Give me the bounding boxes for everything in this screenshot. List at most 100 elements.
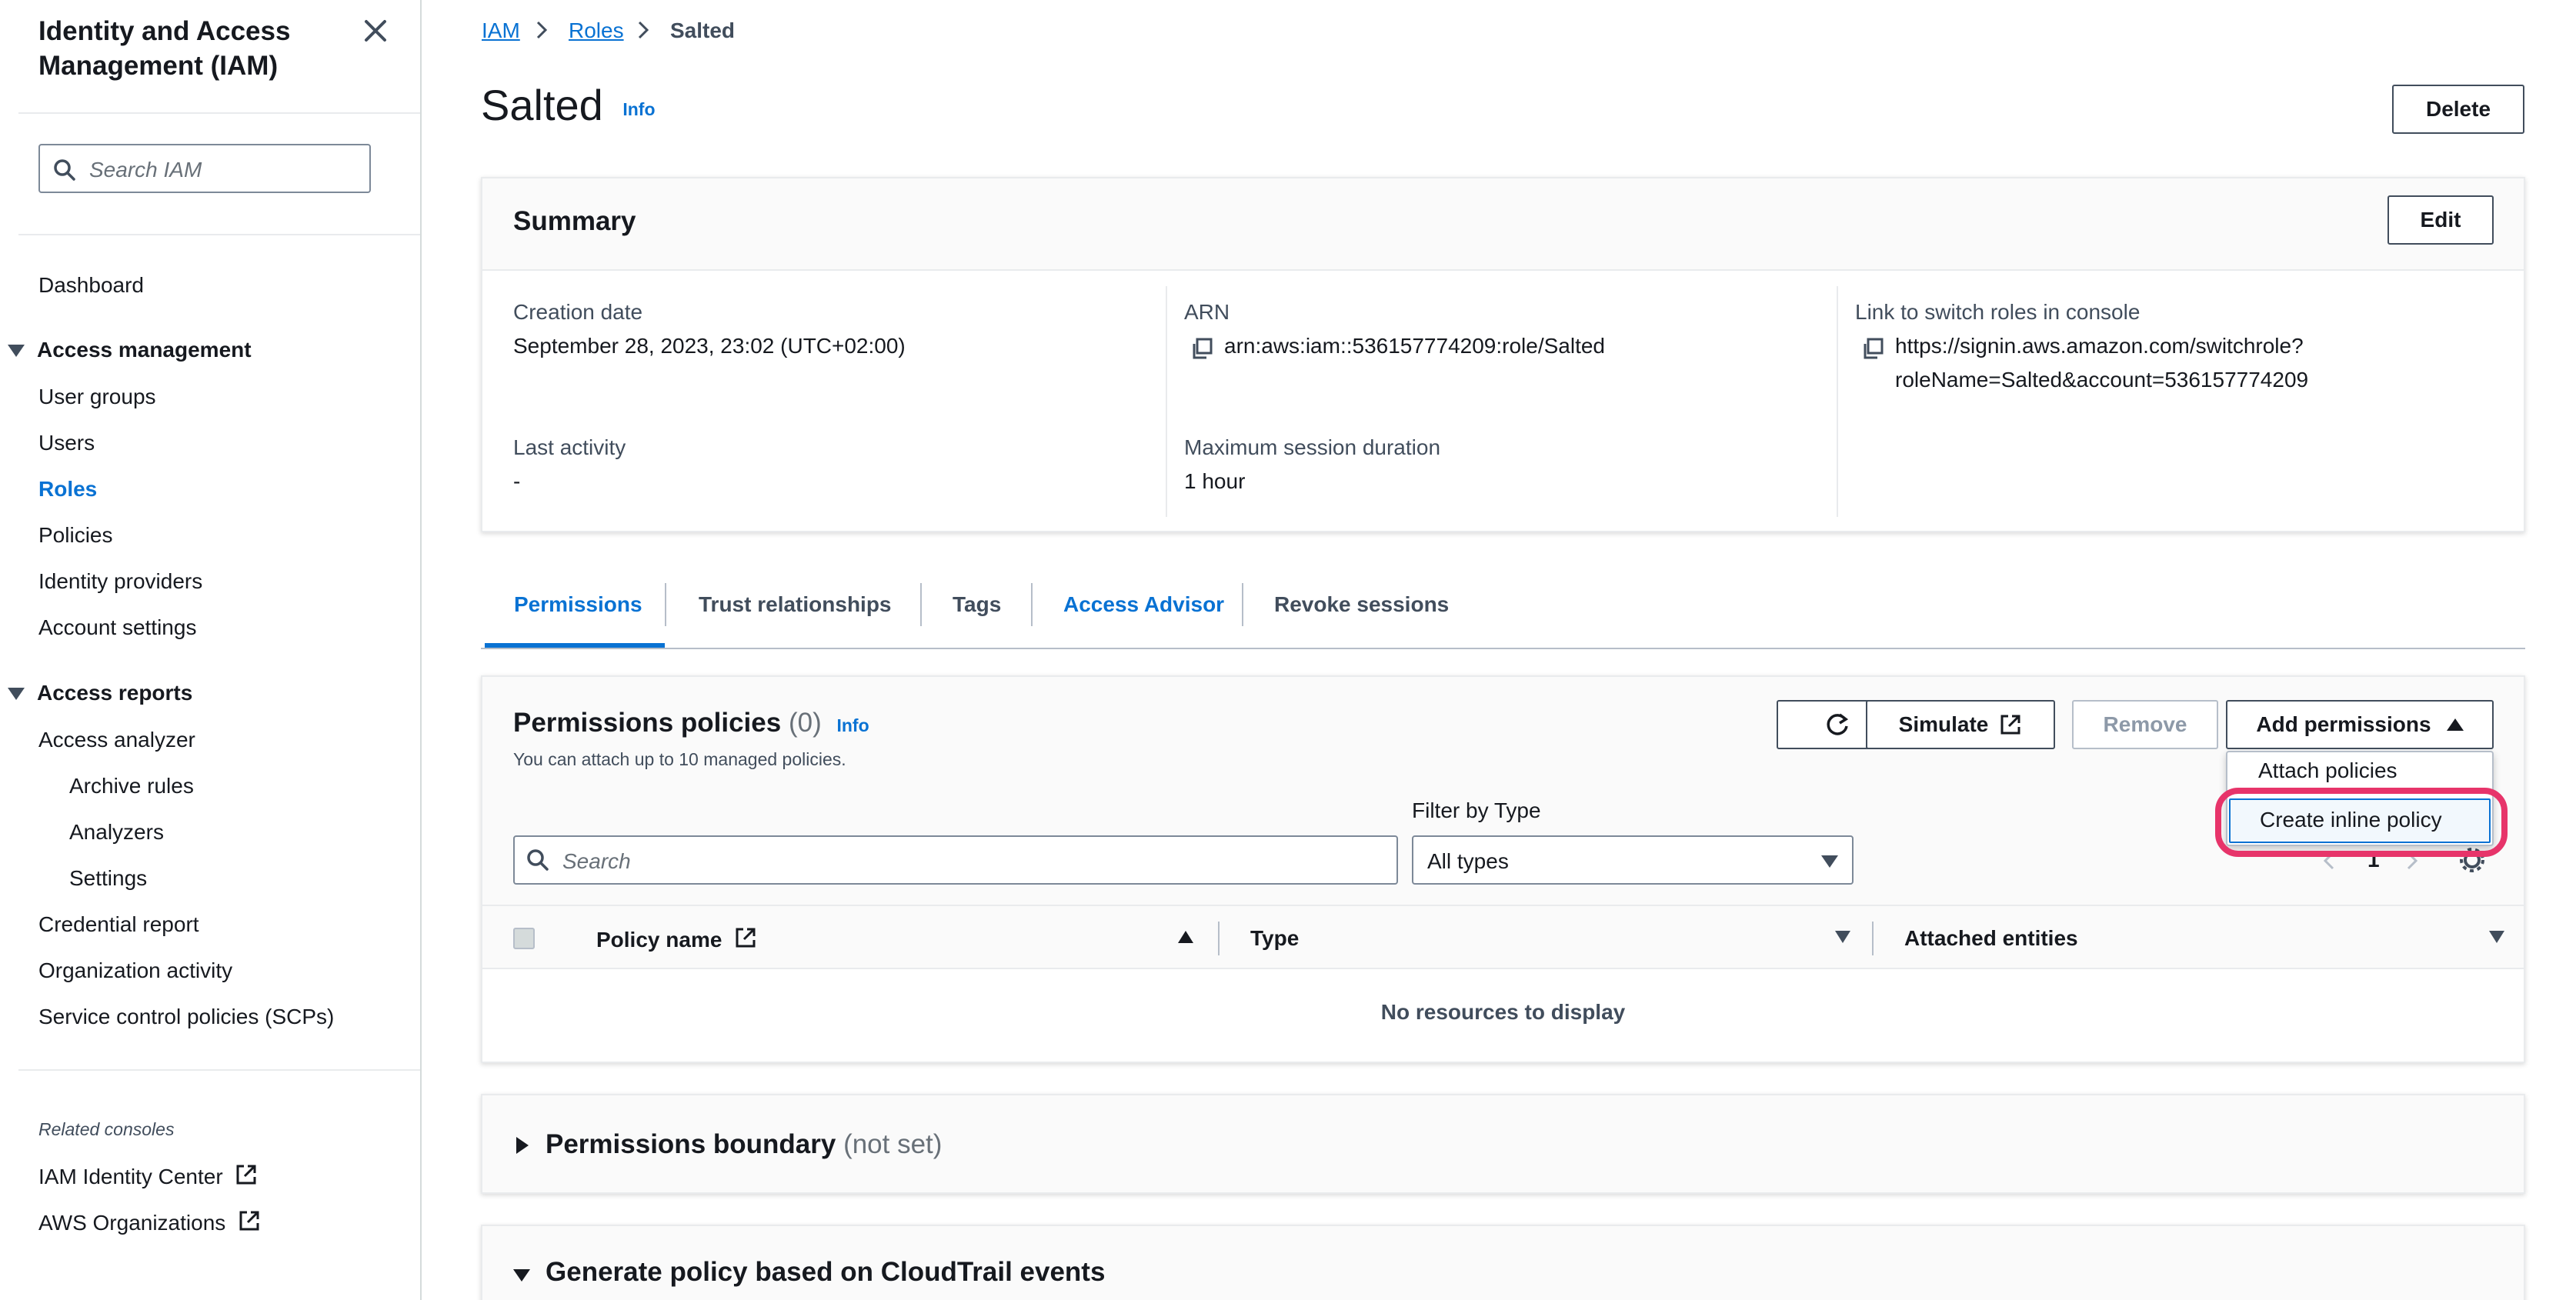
simulate-button[interactable]: Simulate [1866,700,2055,749]
delete-button[interactable]: Delete [2392,85,2524,134]
tab-tags[interactable]: Tags [953,592,1001,617]
filter-type-select[interactable]: All types [1412,835,1854,885]
info-link[interactable]: Info [836,715,869,735]
arn-label: ARN [1184,300,1230,324]
external-link-icon [736,928,756,948]
aws-organizations-label: AWS Organizations [38,1211,226,1235]
max-session-label: Maximum session duration [1184,435,1441,459]
generate-policy-title: Generate policy based on CloudTrail even… [546,1257,1106,1287]
edit-button[interactable]: Edit [2387,195,2494,245]
external-link-icon [2000,715,2020,735]
chevron-right-icon [536,21,548,39]
permissions-boundary-panel[interactable]: Permissions boundary (not set) [481,1094,2525,1194]
sidebar-title: Identity and Access Management (IAM) [38,16,291,81]
caret-right-icon [516,1137,529,1154]
caret-down-icon[interactable] [8,688,25,700]
menu-item-attach-policies[interactable]: Attach policies [2258,758,2397,783]
sidebar-divider [18,1069,420,1071]
info-link[interactable]: Info [622,99,655,119]
last-activity-value: - [513,469,521,493]
column-type[interactable]: Type [1250,926,1299,951]
summary-title: Summary [513,206,636,236]
table-header: Policy name Type Attached entities [482,905,2524,969]
generate-policy-panel[interactable]: Generate policy based on CloudTrail even… [481,1225,2525,1300]
sidebar-search-placeholder: Search IAM [89,158,202,182]
arn-value: arn:aws:iam::536157774209:role/Salted [1224,334,1606,358]
breadcrumb-roles[interactable]: Roles [569,18,624,43]
remove-button[interactable]: Remove [2072,700,2218,749]
summary-body [482,271,2524,531]
add-permissions-button[interactable]: Add permissions [2226,700,2494,749]
tab-bar-border [481,648,2525,649]
breadcrumb-current: Salted [670,18,736,42]
column-attached-entities[interactable]: Attached entities [1904,926,2078,951]
switch-role-url-line2: roleName=Salted&account=536157774209 [1895,368,2309,392]
column-divider [1218,922,1220,955]
external-link-icon [236,1165,256,1185]
caret-down-icon[interactable] [8,345,25,357]
add-permissions-label: Add permissions [2256,712,2431,736]
max-session-value: 1 hour [1184,469,1246,493]
permissions-subtitle: You can attach up to 10 managed policies… [513,749,846,769]
sidebar-section-access-reports[interactable]: Access reports [37,681,192,705]
caret-down-icon [513,1269,530,1282]
tab-separator [1242,583,1243,626]
chevron-right-icon [638,21,649,39]
page-title: Salted Info [481,80,656,130]
sort-icon[interactable] [1835,931,1850,943]
tab-access-advisor[interactable]: Access Advisor [1063,592,1224,617]
sidebar-item-account-settings[interactable]: Account settings [38,615,196,640]
caret-down-icon [1821,855,1838,868]
sidebar-section-access-management[interactable]: Access management [37,338,252,362]
highlight-annotation [2215,788,2508,857]
sort-icon[interactable] [2489,931,2504,943]
switch-role-url-line1: https://signin.aws.amazon.com/switchrole… [1895,334,2304,358]
breadcrumb-iam[interactable]: IAM [482,18,520,43]
sidebar-item-analyzers[interactable]: Analyzers [69,820,164,845]
sidebar-item-scps[interactable]: Service control policies (SCPs) [38,1005,334,1029]
empty-state-text: No resources to display [1380,1000,1626,1024]
tab-separator [920,583,922,626]
search-icon [54,159,75,181]
sidebar-item-access-analyzer[interactable]: Access analyzer [38,728,195,752]
column-policy-name[interactable]: Policy name [596,926,757,952]
sidebar-item-archive-rules[interactable]: Archive rules [69,774,194,798]
sidebar-item-identity-providers[interactable]: Identity providers [38,569,202,594]
tab-permissions[interactable]: Permissions [514,592,642,617]
sidebar-link-aws-organizations[interactable]: AWS Organizations [38,1209,261,1235]
sidebar-item-organization-activity[interactable]: Organization activity [38,958,232,983]
permissions-title-text: Permissions policies [513,708,782,738]
permissions-count: (0) [788,708,822,738]
caret-up-icon [2446,718,2464,731]
sidebar-link-iam-identity-center[interactable]: IAM Identity Center [38,1163,258,1189]
copy-icon[interactable] [1190,337,1213,360]
sidebar-item-dashboard[interactable]: Dashboard [38,273,144,298]
policy-search-input[interactable]: Search [513,835,1398,885]
permissions-title: Permissions policies (0) Info [513,708,869,738]
sidebar-item-settings[interactable]: Settings [69,866,147,891]
copy-icon[interactable] [1861,337,1884,360]
switch-role-label: Link to switch roles in console [1855,300,2141,324]
sort-ascending-icon[interactable] [1178,931,1193,943]
related-consoles-label: Related consoles [38,1119,175,1139]
sidebar-item-credential-report[interactable]: Credential report [38,912,199,937]
permissions-boundary-title: Permissions boundary (not set) [546,1129,942,1160]
permissions-panel: Permissions policies (0) Info You can at… [481,675,2525,1063]
select-all-checkbox[interactable] [513,928,535,949]
sidebar-item-user-groups[interactable]: User groups [38,385,156,409]
summary-panel: Summary Edit Creation date September 28,… [481,177,2525,532]
close-icon[interactable] [362,17,389,45]
sidebar-search-input[interactable]: Search IAM [38,144,371,193]
tab-separator [1031,583,1033,626]
sidebar-item-policies[interactable]: Policies [38,523,112,548]
creation-date-value: September 28, 2023, 23:02 (UTC+02:00) [513,334,906,358]
sidebar-item-roles[interactable]: Roles [38,477,97,502]
tab-trust-relationships[interactable]: Trust relationships [699,592,892,617]
sidebar-item-users[interactable]: Users [38,431,95,455]
iam-identity-center-label: IAM Identity Center [38,1165,223,1188]
sidebar: Identity and Access Management (IAM) Sea… [0,0,422,1300]
tab-revoke-sessions[interactable]: Revoke sessions [1274,592,1449,617]
sidebar-divider [18,234,420,235]
last-activity-label: Last activity [513,435,626,459]
refresh-icon [1827,713,1849,735]
